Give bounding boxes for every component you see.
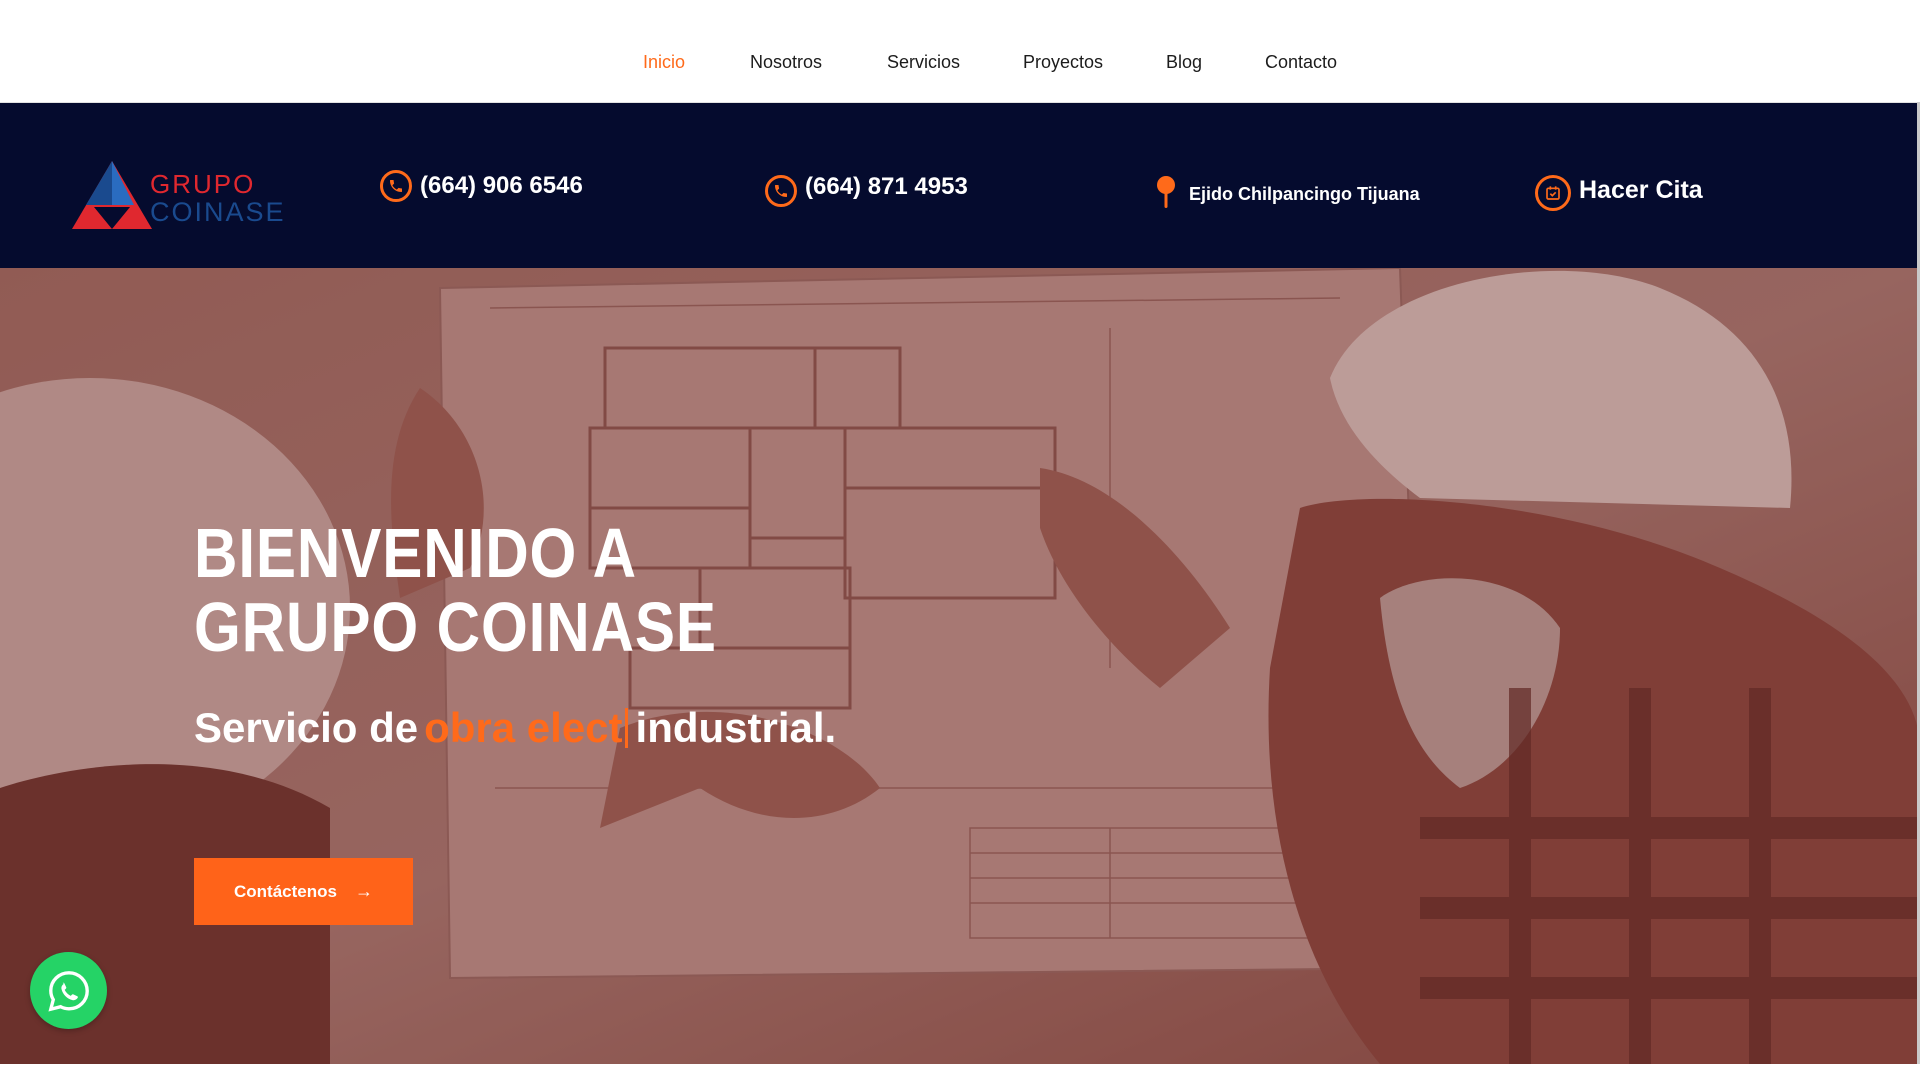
hero-title-line1: BIENVENIDO A: [194, 514, 637, 592]
contact-button-label: Contáctenos: [234, 881, 337, 901]
appointment-link[interactable]: Hacer Cita: [1535, 169, 1703, 211]
contact-button[interactable]: Contáctenos →: [194, 858, 413, 925]
nav-item-blog[interactable]: Blog: [1166, 52, 1202, 73]
map-pin-icon: [1155, 175, 1177, 214]
hero-subtitle-prefix: Servicio de: [194, 704, 419, 751]
phone-contact-1[interactable]: (664) 906 6546: [380, 170, 583, 202]
arrow-right-icon: →: [354, 881, 373, 901]
hero-color-overlay: [0, 268, 1920, 1064]
nav-item-contacto[interactable]: Contacto: [1265, 52, 1337, 73]
hero-subtitle: Servicio de obra elect industrial.: [194, 704, 836, 752]
hero-subtitle-highlight: obra elect: [424, 704, 623, 751]
hero-title: BIENVENIDO A GRUPO COINASE: [194, 516, 717, 664]
hero-section: BIENVENIDO A GRUPO COINASE Servicio de ob…: [0, 268, 1920, 1064]
main-navigation: Inicio Nosotros Servicios Proyectos Blog…: [0, 0, 1920, 103]
location-text: Ejido Chilpancingo Tijuana: [1189, 184, 1420, 204]
phone-contact-2[interactable]: (664) 871 4953: [765, 167, 968, 207]
phone-icon: [765, 175, 797, 207]
nav-item-proyectos[interactable]: Proyectos: [1023, 52, 1103, 73]
phone-number-2: (664) 871 4953: [805, 173, 968, 200]
hero-title-line2: GRUPO COINASE: [194, 588, 717, 666]
hero-subtitle-suffix: industrial.: [635, 704, 837, 751]
phone-icon: [380, 170, 412, 202]
whatsapp-button[interactable]: [30, 952, 107, 1029]
logo-triangle-icon: [72, 161, 152, 229]
phone-number-1: (664) 906 6546: [420, 172, 583, 199]
logo-text-line1: GRUPO: [150, 169, 256, 199]
company-logo[interactable]: GRUPO COINASE: [72, 159, 302, 231]
nav-item-nosotros[interactable]: Nosotros: [750, 52, 822, 73]
calendar-icon: [1535, 175, 1571, 211]
contact-info-bar: GRUPO COINASE (664) 906 6546 (664) 871 4…: [0, 103, 1920, 268]
location-contact[interactable]: Ejido Chilpancingo Tijuana: [1155, 175, 1420, 214]
nav-item-servicios[interactable]: Servicios: [887, 52, 960, 73]
logo-text-line2: COINASE: [150, 197, 286, 227]
nav-item-inicio[interactable]: Inicio: [643, 52, 685, 73]
appointment-text: Hacer Cita: [1579, 175, 1703, 204]
typing-cursor: [624, 708, 628, 748]
whatsapp-icon: [47, 970, 89, 1012]
